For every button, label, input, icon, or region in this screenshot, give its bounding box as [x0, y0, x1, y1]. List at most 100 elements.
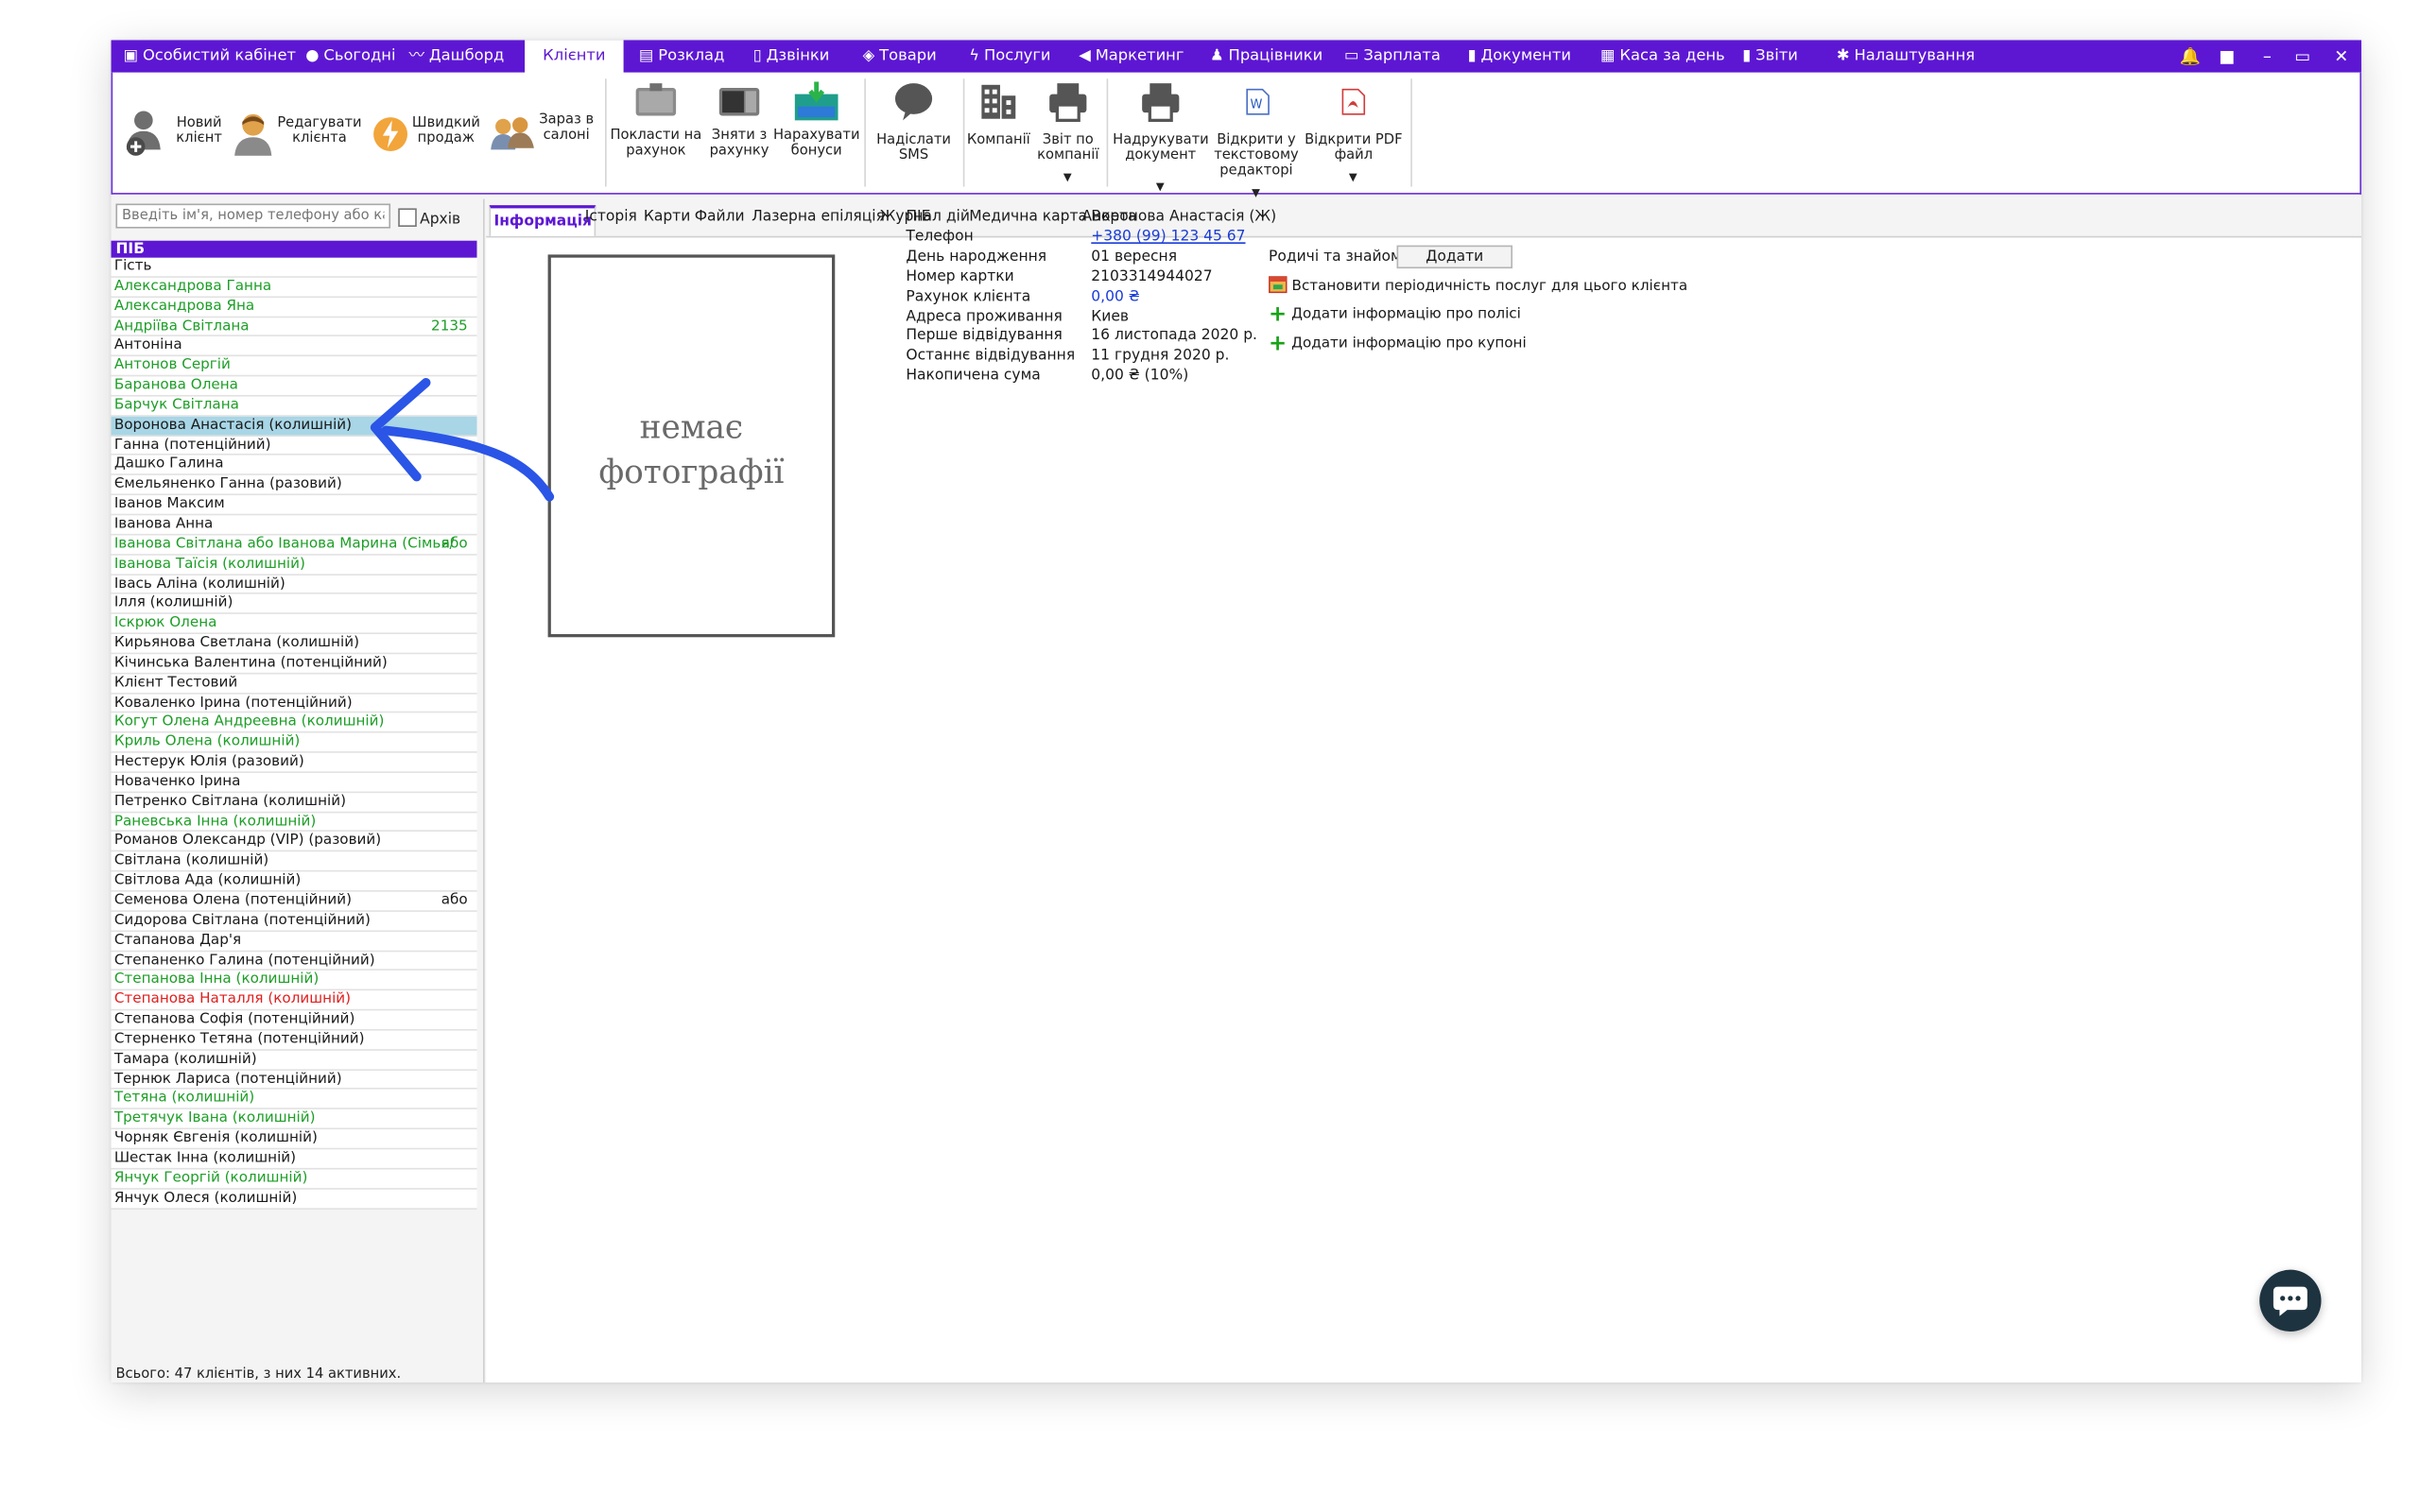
restore-icon[interactable]: ▭ — [2291, 40, 2313, 72]
tab-medical-card[interactable]: Медична карта — [969, 208, 1087, 225]
deposit-button[interactable]: Покласти на рахунок — [610, 82, 702, 172]
client-row[interactable]: Янчук Георгій (колишній) — [111, 1169, 477, 1190]
menu-tab-documents[interactable]: ▮ Документи — [1468, 40, 1571, 72]
companies-button[interactable]: Компанії — [966, 82, 1031, 172]
menu-tab-cash[interactable]: ▦ Каса за день — [1600, 40, 1725, 72]
tab-cards[interactable]: Карти — [644, 208, 690, 225]
menu-tab-cabinet[interactable]: ▣ Особистий кабінет — [124, 40, 296, 72]
menu-tab-clients[interactable]: Клієнти — [525, 40, 624, 75]
client-row[interactable]: Третячук Івана (колишній) — [111, 1109, 477, 1130]
client-row[interactable]: Степанова Інна (колишній) — [111, 971, 477, 991]
new-client-button[interactable]: Новий клієнт — [122, 110, 222, 163]
client-row[interactable]: Александрова Ганна — [111, 277, 477, 298]
client-row[interactable]: Когут Олена Андреевна (колишній) — [111, 713, 477, 733]
client-row[interactable]: Александрова Яна — [111, 298, 477, 318]
client-row[interactable]: Петренко Світлана (колишній) — [111, 793, 477, 813]
client-row[interactable]: Шестак Інна (колишній) — [111, 1149, 477, 1170]
bell-icon[interactable]: 🔔 — [2179, 40, 2201, 72]
menu-tab-services[interactable]: ϟ Послуги — [969, 40, 1050, 72]
client-row[interactable]: Нестерук Юлія (разовий) — [111, 753, 477, 773]
client-row[interactable]: Тернюк Лариса (потенційний) — [111, 1070, 477, 1091]
column-header-name[interactable]: ПІБ — [111, 240, 477, 258]
client-row[interactable]: Романов Олександр (VIP) (разовий) — [111, 833, 477, 852]
lock-icon[interactable]: ■ — [2216, 40, 2238, 72]
client-row[interactable]: Антоніна — [111, 337, 477, 357]
client-row[interactable]: Семенова Олена (потенційний) або — [111, 892, 477, 912]
tab-history[interactable]: Історія — [585, 208, 637, 225]
menu-tab-today[interactable]: ● Сьогодні — [305, 40, 395, 72]
print-document-button[interactable]: Надрукувати документ ▼ — [1113, 82, 1209, 193]
client-row[interactable]: Андріїва Світлана 2135 — [111, 318, 477, 337]
client-row[interactable]: Світлова Ада (колишній) — [111, 872, 477, 892]
archive-checkbox[interactable]: Архів — [398, 208, 460, 229]
menu-tab-goods[interactable]: ◈ Товари — [863, 40, 937, 72]
send-sms-button[interactable]: Надіслати SMS — [869, 82, 959, 172]
client-row[interactable]: Степаненко Галина (потенційний) — [111, 951, 477, 971]
menu-tab-marketing[interactable]: ◀ Маркетинг — [1079, 40, 1184, 72]
menu-tab-calls[interactable]: ▯ Дзвінки — [753, 40, 830, 72]
tab-info[interactable]: Інформація — [489, 205, 596, 236]
client-row-selected[interactable]: Воронова Анастасія (колишній) — [111, 416, 477, 437]
client-row[interactable]: Іванова Світлана або Іванова Марина (Сім… — [111, 535, 477, 556]
add-policy-info-link[interactable]: + Додати інформацію про полісі — [1269, 302, 1521, 327]
menu-tab-salary[interactable]: ▭ Зарплата — [1344, 40, 1441, 72]
client-row[interactable]: Степанова Наталля (колишній) — [111, 991, 477, 1011]
checkbox-box[interactable] — [398, 208, 417, 227]
client-row[interactable]: Іванова Таїсія (колишній) — [111, 555, 477, 576]
menu-tab-settings[interactable]: ✱ Налаштування — [1837, 40, 1975, 72]
add-relative-button[interactable]: Додати — [1396, 245, 1512, 269]
client-row[interactable]: Тамара (колишній) — [111, 1050, 477, 1071]
client-row[interactable]: Степанова Софія (потенційний) — [111, 1010, 477, 1031]
chat-widget-button[interactable] — [2259, 1269, 2322, 1332]
edit-client-button[interactable]: Редагувати клієнта — [230, 107, 362, 163]
client-row[interactable]: Баранова Олена — [111, 376, 477, 397]
client-row[interactable]: Іскрюк Олена — [111, 614, 477, 635]
quick-sale-button[interactable]: Швидкий продаж — [369, 107, 480, 163]
client-row[interactable]: Стерненко Тетяна (потенційний) — [111, 1030, 477, 1051]
client-row[interactable]: Коваленко Ірина (потенційний) — [111, 694, 477, 713]
client-row[interactable]: Ілля (колишній) — [111, 594, 477, 615]
client-name: Александрова Ганна — [113, 277, 272, 295]
client-row[interactable]: Криль Олена (колишній) — [111, 733, 477, 753]
client-photo-placeholder[interactable]: немає фотографії — [547, 254, 836, 638]
close-icon[interactable]: ✕ — [2330, 40, 2352, 72]
menu-tab-dashboard[interactable]: 〰 Дашборд — [409, 40, 505, 72]
client-row[interactable]: Чорняк Євгенія (колишній) — [111, 1129, 477, 1150]
tab-laser-epilation[interactable]: Лазерна епіляція — [752, 208, 885, 225]
tab-files[interactable]: Файли — [695, 208, 745, 225]
open-text-editor-button[interactable]: W Відкрити у текстовому редакторі ▼ — [1212, 82, 1302, 199]
minimize-icon[interactable]: – — [2256, 40, 2278, 72]
client-row[interactable]: Раневська Інна (колишній) — [111, 813, 477, 833]
menu-tab-reports[interactable]: ▮ Звіти — [1742, 40, 1798, 72]
info-field-value[interactable]: +380 (99) 123 45 67 — [1091, 228, 1245, 245]
client-row[interactable]: Кирьянова Светлана (колишній) — [111, 634, 477, 655]
client-row[interactable]: Світлана (колишній) — [111, 852, 477, 872]
client-row[interactable]: Новаченко Ірина — [111, 773, 477, 793]
client-row[interactable]: Барчук Світлана — [111, 396, 477, 417]
client-row[interactable]: Іванов Максим — [111, 495, 477, 516]
withdraw-button[interactable]: Зняти з рахунку — [702, 82, 776, 172]
client-row[interactable]: Ємельяненко Ганна (разовий) — [111, 475, 477, 496]
set-periodicity-link[interactable]: Встановити періодичність послуг для цьог… — [1269, 275, 1687, 295]
client-row[interactable]: Антонов Сергій — [111, 356, 477, 377]
bonuses-button[interactable]: Нарахувати бонуси — [773, 81, 860, 172]
client-row[interactable]: Івась Аліна (колишній) — [111, 575, 477, 595]
client-row[interactable]: Тетяна (колишній) — [111, 1090, 477, 1110]
client-name: Степаненко Галина (потенційний) — [113, 951, 375, 969]
menu-tab-employees[interactable]: ♟ Працівники — [1210, 40, 1322, 72]
company-report-button[interactable]: Звіт по компанії ▼ — [1031, 82, 1105, 190]
open-pdf-button[interactable]: Відкрити PDF файл ▼ — [1305, 82, 1403, 190]
client-row[interactable]: Дашко Галина — [111, 455, 477, 476]
client-search-input[interactable] — [115, 203, 391, 229]
client-row[interactable]: Янчук Олеся (колишній) — [111, 1189, 477, 1210]
client-row[interactable]: Клієнт Тестовий — [111, 674, 477, 694]
menu-tab-schedule[interactable]: ▤ Розклад — [639, 40, 724, 72]
client-row[interactable]: Стапанова Дар'я — [111, 932, 477, 952]
client-row[interactable]: Гість — [111, 258, 477, 278]
client-row[interactable]: Ганна (потенційний) — [111, 436, 477, 456]
in-salon-button[interactable]: Зараз в салоні — [488, 107, 596, 163]
client-row[interactable]: Іванова Анна — [111, 515, 477, 536]
add-coupon-info-link[interactable]: + Додати інформацію про купоні — [1269, 332, 1527, 356]
client-row[interactable]: Кічинська Валентина (потенційний) — [111, 654, 477, 675]
client-row[interactable]: Сидорова Світлана (потенційний) — [111, 912, 477, 932]
